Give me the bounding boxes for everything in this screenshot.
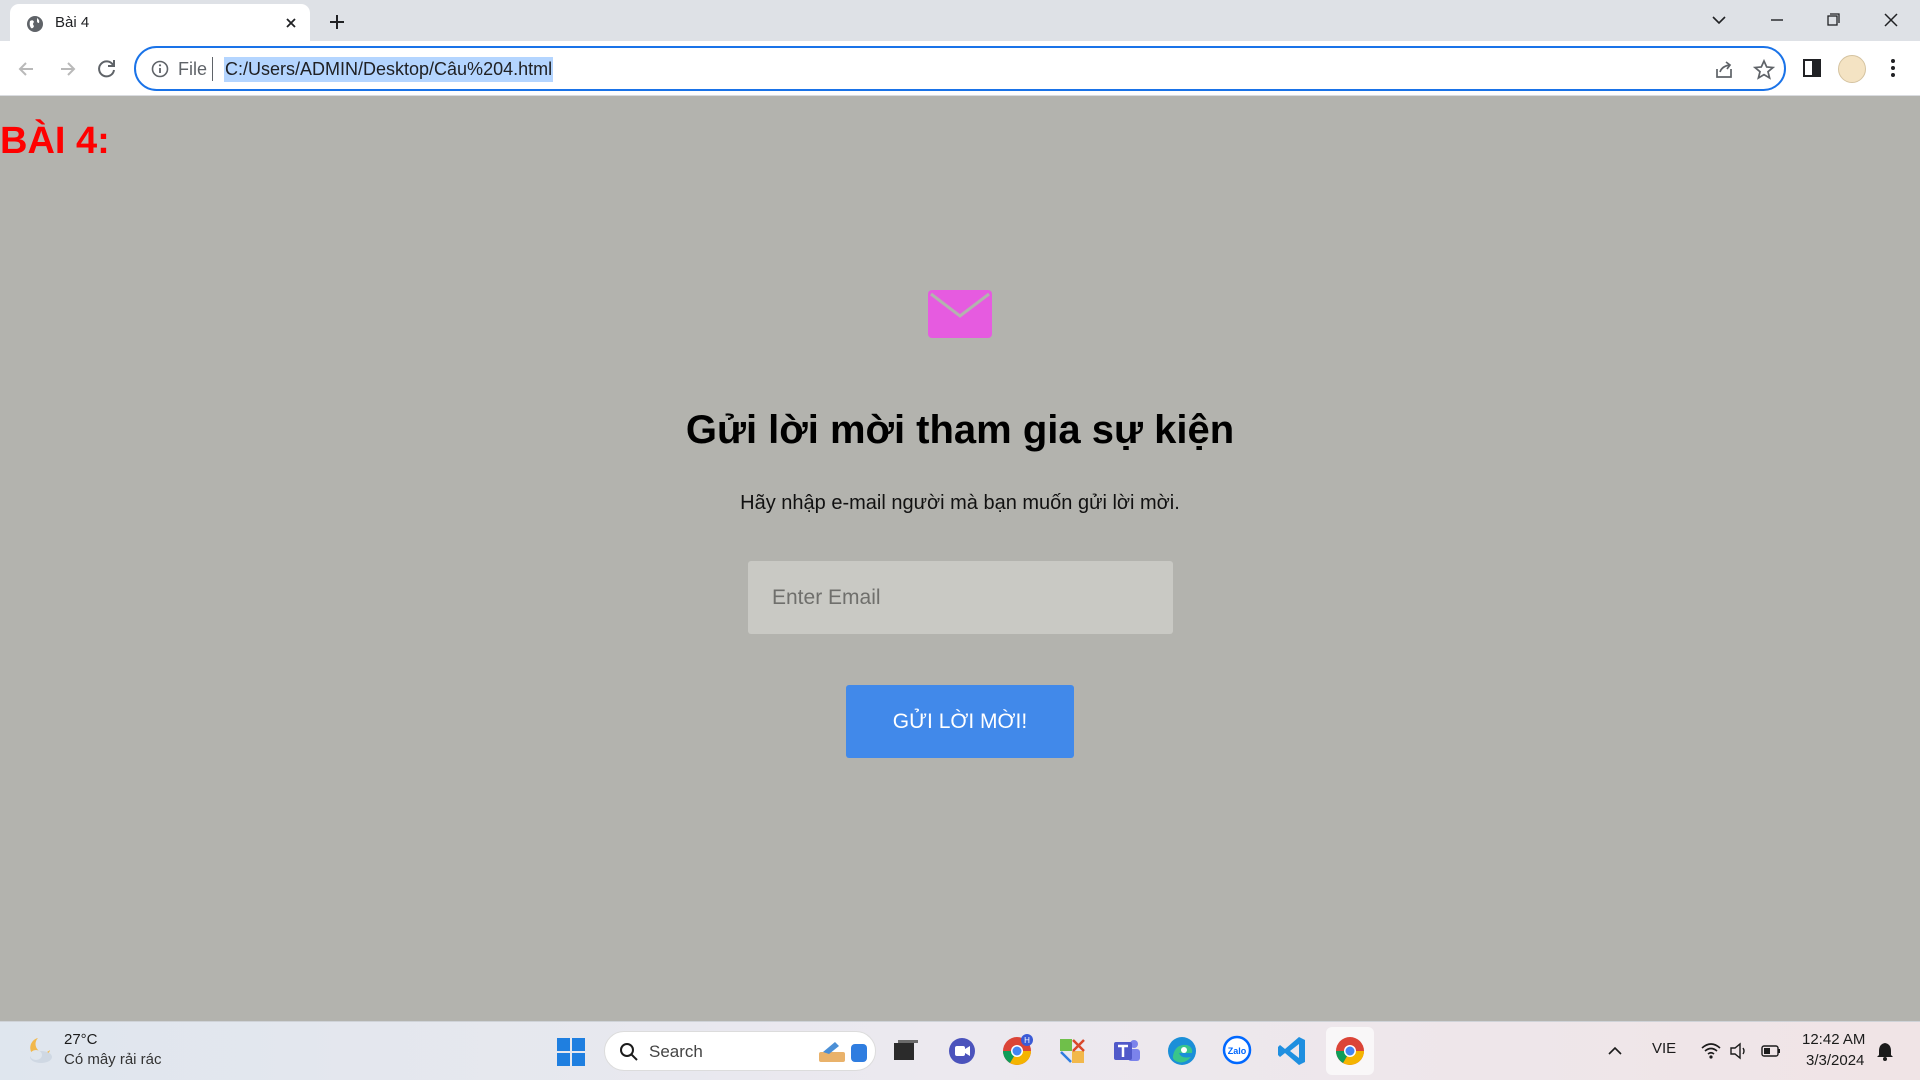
browser-toolbar: File C:/Users/ADMIN/Desktop/Câu%204.html: [0, 41, 1920, 96]
bookmark-star-icon[interactable]: [1752, 58, 1776, 82]
chevron-up-icon[interactable]: [1604, 1040, 1626, 1062]
tab-title: Bài 4: [55, 14, 90, 31]
share-icon[interactable]: [1712, 58, 1736, 82]
restore-button[interactable]: [1818, 6, 1848, 34]
more-menu-icon[interactable]: [1880, 55, 1906, 81]
weather-temperature: 27°C: [64, 1031, 98, 1048]
reload-icon[interactable]: [93, 55, 121, 83]
zalo-label: Zalo: [1228, 1046, 1247, 1056]
back-arrow-icon[interactable]: [13, 55, 41, 83]
chrome-icon[interactable]: [1333, 1034, 1367, 1068]
invite-title: Gửi lời mời tham gia sự kiện: [685, 408, 1235, 452]
close-tab-icon[interactable]: [280, 12, 302, 34]
edge-icon[interactable]: [1165, 1034, 1199, 1068]
envelope-icon: [928, 290, 992, 338]
search-label: Search: [649, 1042, 703, 1061]
taskbar-search[interactable]: Search: [604, 1031, 876, 1071]
page-heading: BÀI 4:: [0, 120, 110, 162]
clock-time[interactable]: 12:42 AM: [1802, 1031, 1865, 1048]
omnibox-divider: [212, 57, 213, 81]
search-highlight-icon: [819, 1042, 867, 1062]
minimize-button[interactable]: [1762, 6, 1792, 34]
windows-start-icon[interactable]: [556, 1037, 586, 1067]
clock-date[interactable]: 3/3/2024: [1806, 1052, 1864, 1069]
globe-icon: [27, 16, 43, 32]
partly-cloudy-night-icon[interactable]: [24, 1034, 56, 1066]
close-window-button[interactable]: [1876, 6, 1906, 34]
tab-search-chevron-icon[interactable]: [1704, 6, 1734, 34]
weather-description: Có mây rải rác: [64, 1051, 162, 1068]
teams-icon[interactable]: [1110, 1034, 1144, 1068]
new-tab-button[interactable]: [325, 10, 349, 34]
invite-subtitle: Hãy nhập e-mail người mà bạn muốn gửi lờ…: [740, 492, 1180, 514]
page-viewport: BÀI 4: Gửi lời mời tham gia sự kiện Hãy …: [0, 96, 1920, 1021]
vscode-icon[interactable]: [1275, 1034, 1309, 1068]
notification-bell-icon[interactable]: [1874, 1040, 1896, 1062]
forward-arrow-icon[interactable]: [53, 55, 81, 83]
email-input[interactable]: [748, 561, 1173, 634]
browser-tab-strip: Bài 4: [0, 0, 1920, 41]
chrome-profile-badge: H: [1024, 1036, 1030, 1045]
zalo-icon[interactable]: Zalo: [1220, 1034, 1254, 1068]
wifi-icon[interactable]: [1700, 1040, 1722, 1062]
battery-icon[interactable]: [1760, 1040, 1782, 1062]
tools-app-icon[interactable]: [1055, 1034, 1089, 1068]
info-icon[interactable]: [150, 59, 170, 79]
browser-tab[interactable]: Bài 4: [10, 4, 310, 41]
send-invite-button[interactable]: GỬI LỜI MỜI!: [846, 685, 1074, 758]
profile-avatar[interactable]: [1838, 55, 1866, 83]
scheme-label: File: [178, 59, 208, 79]
meet-video-icon[interactable]: [945, 1034, 979, 1068]
task-view-icon[interactable]: [888, 1034, 922, 1068]
side-panel-icon[interactable]: [1799, 55, 1825, 81]
volume-icon[interactable]: [1728, 1040, 1750, 1062]
taskbar: 27°C Có mây rải rác Search H Zalo VIE 12…: [0, 1021, 1920, 1080]
chrome-profile-icon[interactable]: H: [1000, 1034, 1034, 1068]
url-text[interactable]: C:/Users/ADMIN/Desktop/Câu%204.html: [224, 57, 554, 82]
address-bar[interactable]: File C:/Users/ADMIN/Desktop/Câu%204.html: [134, 46, 1786, 91]
search-icon: [620, 1043, 638, 1061]
input-language[interactable]: VIE: [1652, 1040, 1676, 1057]
